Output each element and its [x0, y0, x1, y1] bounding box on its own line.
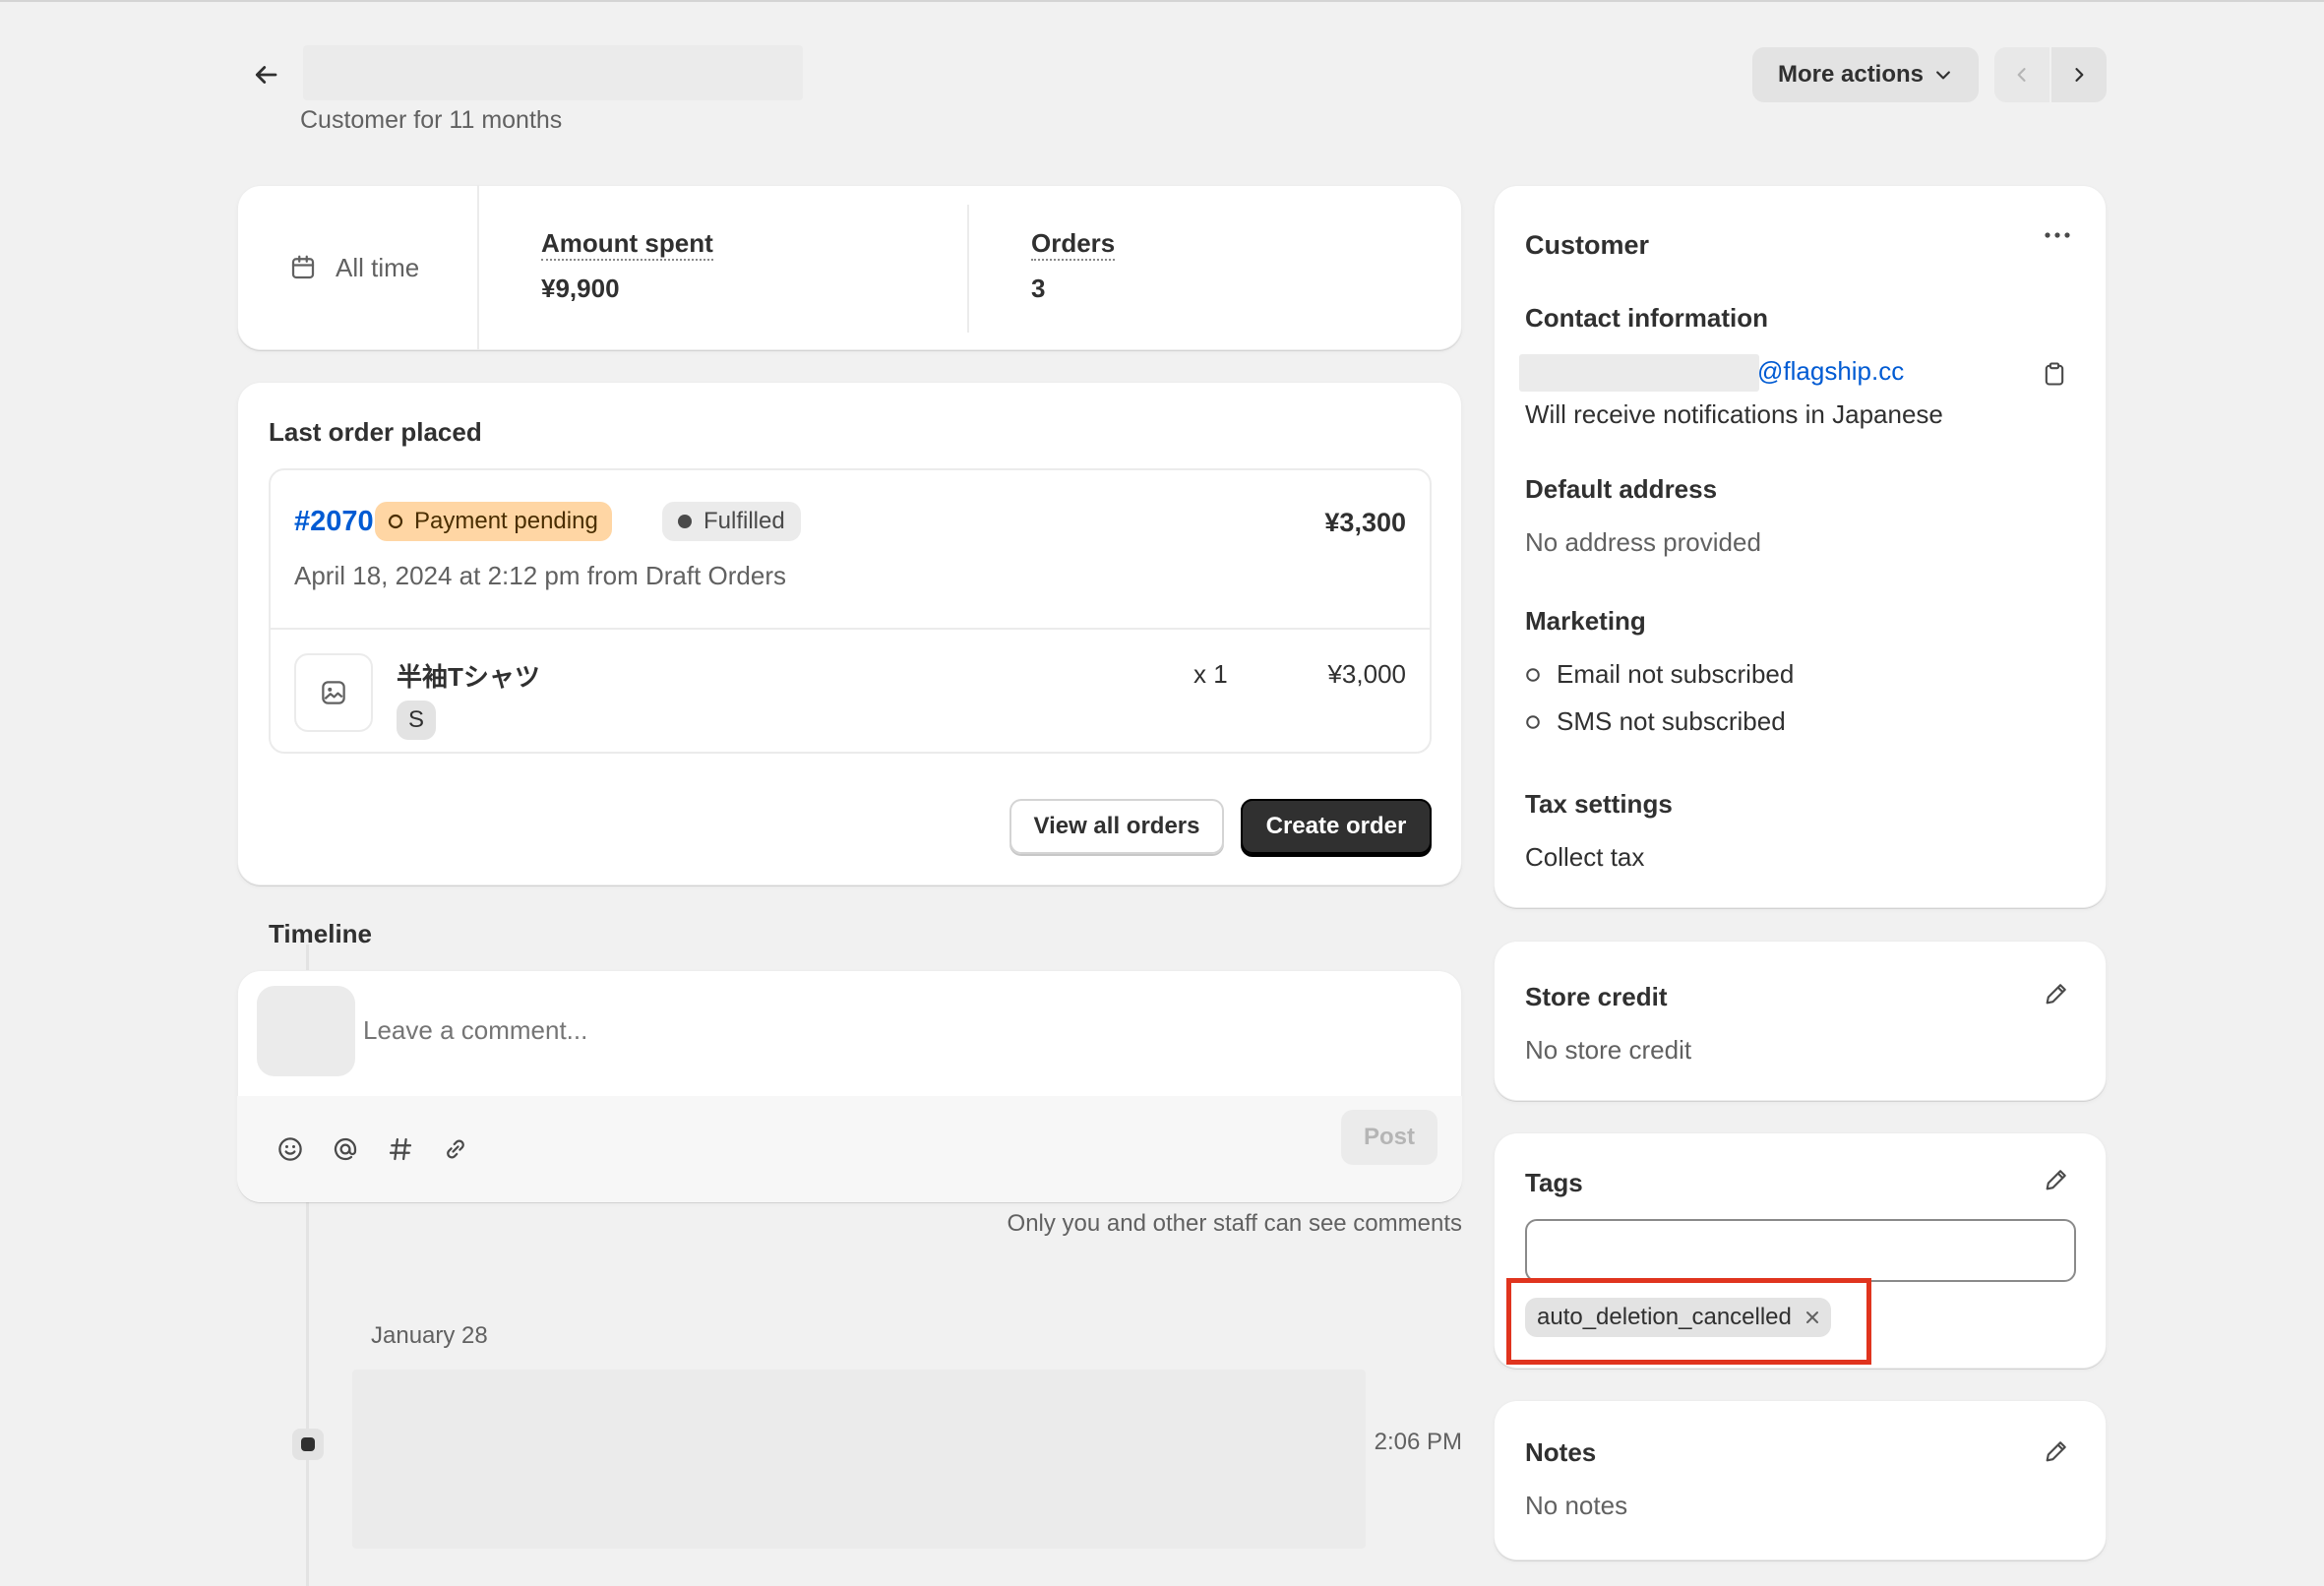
tag-chip: auto_deletion_cancelled: [1525, 1298, 1831, 1337]
contact-info-heading: Contact information: [1525, 303, 1768, 333]
variant-badge: S: [397, 701, 436, 740]
tags-title: Tags: [1525, 1168, 1583, 1197]
avatar: [257, 986, 355, 1076]
divider: [967, 205, 969, 333]
sms-marketing-label: SMS not subscribed: [1557, 706, 1786, 736]
product-image-placeholder: [294, 653, 373, 732]
date-range-selector[interactable]: All time: [237, 185, 477, 350]
customer-card: Customer Contact information @flagship.c…: [1494, 185, 2107, 908]
item-price: ¥3,000: [1327, 659, 1406, 689]
payment-status: Payment pending: [414, 508, 598, 534]
product-name: 半袖Tシャツ: [397, 662, 540, 692]
status-circle-icon: [1526, 714, 1540, 729]
sms-marketing-status: SMS not subscribed: [1525, 706, 1786, 737]
hashtag-icon[interactable]: [381, 1129, 420, 1169]
create-order-button[interactable]: Create order: [1241, 799, 1432, 854]
notification-language: Will receive notifications in Japanese: [1525, 399, 1943, 429]
top-divider: [0, 0, 2324, 2]
email-marketing-status: Email not subscribed: [1525, 659, 1794, 690]
default-address-value: No address provided: [1525, 527, 1761, 557]
mention-icon[interactable]: [326, 1129, 365, 1169]
view-all-orders-button[interactable]: View all orders: [1009, 799, 1224, 854]
emoji-icon[interactable]: [271, 1129, 310, 1169]
tags-input[interactable]: [1525, 1219, 2076, 1282]
next-customer-button[interactable]: [2051, 47, 2107, 102]
order-total: ¥3,300: [1324, 508, 1406, 537]
comment-input[interactable]: [361, 1000, 1428, 1061]
marketing-heading: Marketing: [1525, 606, 1646, 636]
timeline-date-group: January 28: [371, 1322, 488, 1349]
timeline-event-marker: [292, 1429, 324, 1460]
notes-value: No notes: [1525, 1491, 1628, 1520]
tag-chip-label: auto_deletion_cancelled: [1537, 1304, 1792, 1330]
tax-settings-heading: Tax settings: [1525, 789, 1673, 819]
store-credit-card: Store credit No store credit: [1494, 941, 2107, 1101]
divider: [477, 185, 479, 350]
chevron-down-icon: [1936, 71, 1950, 80]
email-local-part-redacted: [1519, 354, 1759, 392]
calendar-icon: [291, 255, 315, 279]
previous-customer-button[interactable]: [1994, 47, 2049, 102]
stats-card: All time Amount spent ¥9,900 Orders 3: [237, 185, 1462, 350]
more-actions-button[interactable]: More actions: [1752, 47, 1979, 102]
payment-pending-badge: Payment pending: [375, 502, 612, 541]
fulfilled-badge: Fulfilled: [662, 502, 801, 541]
back-arrow-icon[interactable]: [246, 55, 285, 94]
divider: [271, 628, 1430, 630]
orders-label[interactable]: Orders: [1031, 228, 1116, 261]
customer-email-link[interactable]: @flagship.cc: [1757, 356, 1904, 387]
comment-box: Post: [237, 970, 1462, 1202]
date-range-label: All time: [336, 252, 420, 282]
default-address-heading: Default address: [1525, 474, 1718, 504]
chevron-right-icon: [2075, 68, 2084, 82]
chevron-left-icon: [2017, 68, 2026, 82]
order-summary-box: #2070 Payment pending Fulfilled ¥3,300 A…: [269, 468, 1432, 754]
store-credit-value: No store credit: [1525, 1035, 1692, 1065]
attachment-link-icon[interactable]: [436, 1129, 475, 1169]
filled-circle-icon: [678, 515, 692, 528]
email-marketing-label: Email not subscribed: [1557, 659, 1795, 689]
amount-spent-label[interactable]: Amount spent: [541, 228, 713, 261]
pending-circle-icon: [388, 514, 403, 529]
orders-value: 3: [1031, 274, 1046, 303]
customer-name-redacted: [303, 45, 803, 100]
timeline-title: Timeline: [269, 919, 373, 948]
tax-settings-value: Collect tax: [1525, 842, 1645, 872]
edit-pencil-icon[interactable]: [2037, 1432, 2076, 1471]
notes-card: Notes No notes: [1494, 1400, 2107, 1560]
more-options-icon[interactable]: [2033, 218, 2082, 252]
order-date: April 18, 2024 at 2:12 pm from Draft Ord…: [294, 561, 786, 590]
remove-tag-close-icon[interactable]: [1804, 1309, 1821, 1326]
customer-duration: Customer for 11 months: [300, 106, 563, 134]
comment-toolbar: Post: [237, 1096, 1462, 1202]
image-placeholder-icon: [322, 681, 345, 704]
more-actions-label: More actions: [1777, 61, 1925, 88]
last-order-title: Last order placed: [269, 417, 482, 447]
store-credit-title: Store credit: [1525, 982, 1668, 1011]
order-number-link[interactable]: #2070: [294, 506, 374, 538]
customer-card-title: Customer: [1525, 230, 1650, 260]
timeline-event-redacted: [352, 1370, 1366, 1549]
edit-pencil-icon[interactable]: [2037, 974, 2076, 1013]
fulfillment-status: Fulfilled: [703, 508, 785, 534]
amount-spent-value: ¥9,900: [541, 274, 620, 303]
staff-visibility-note: Only you and other staff can see comment…: [1007, 1210, 1462, 1237]
timeline-event-time: 2:06 PM: [1374, 1429, 1462, 1455]
edit-pencil-icon[interactable]: [2037, 1160, 2076, 1199]
last-order-card: Last order placed #2070 Payment pending …: [237, 382, 1462, 885]
notes-title: Notes: [1525, 1437, 1597, 1467]
item-quantity: x 1: [1193, 659, 1228, 689]
post-button[interactable]: Post: [1341, 1110, 1437, 1165]
tags-card: Tags auto_deletion_cancelled: [1494, 1132, 2107, 1369]
clipboard-copy-icon[interactable]: [2037, 356, 2072, 392]
status-circle-icon: [1526, 667, 1540, 682]
